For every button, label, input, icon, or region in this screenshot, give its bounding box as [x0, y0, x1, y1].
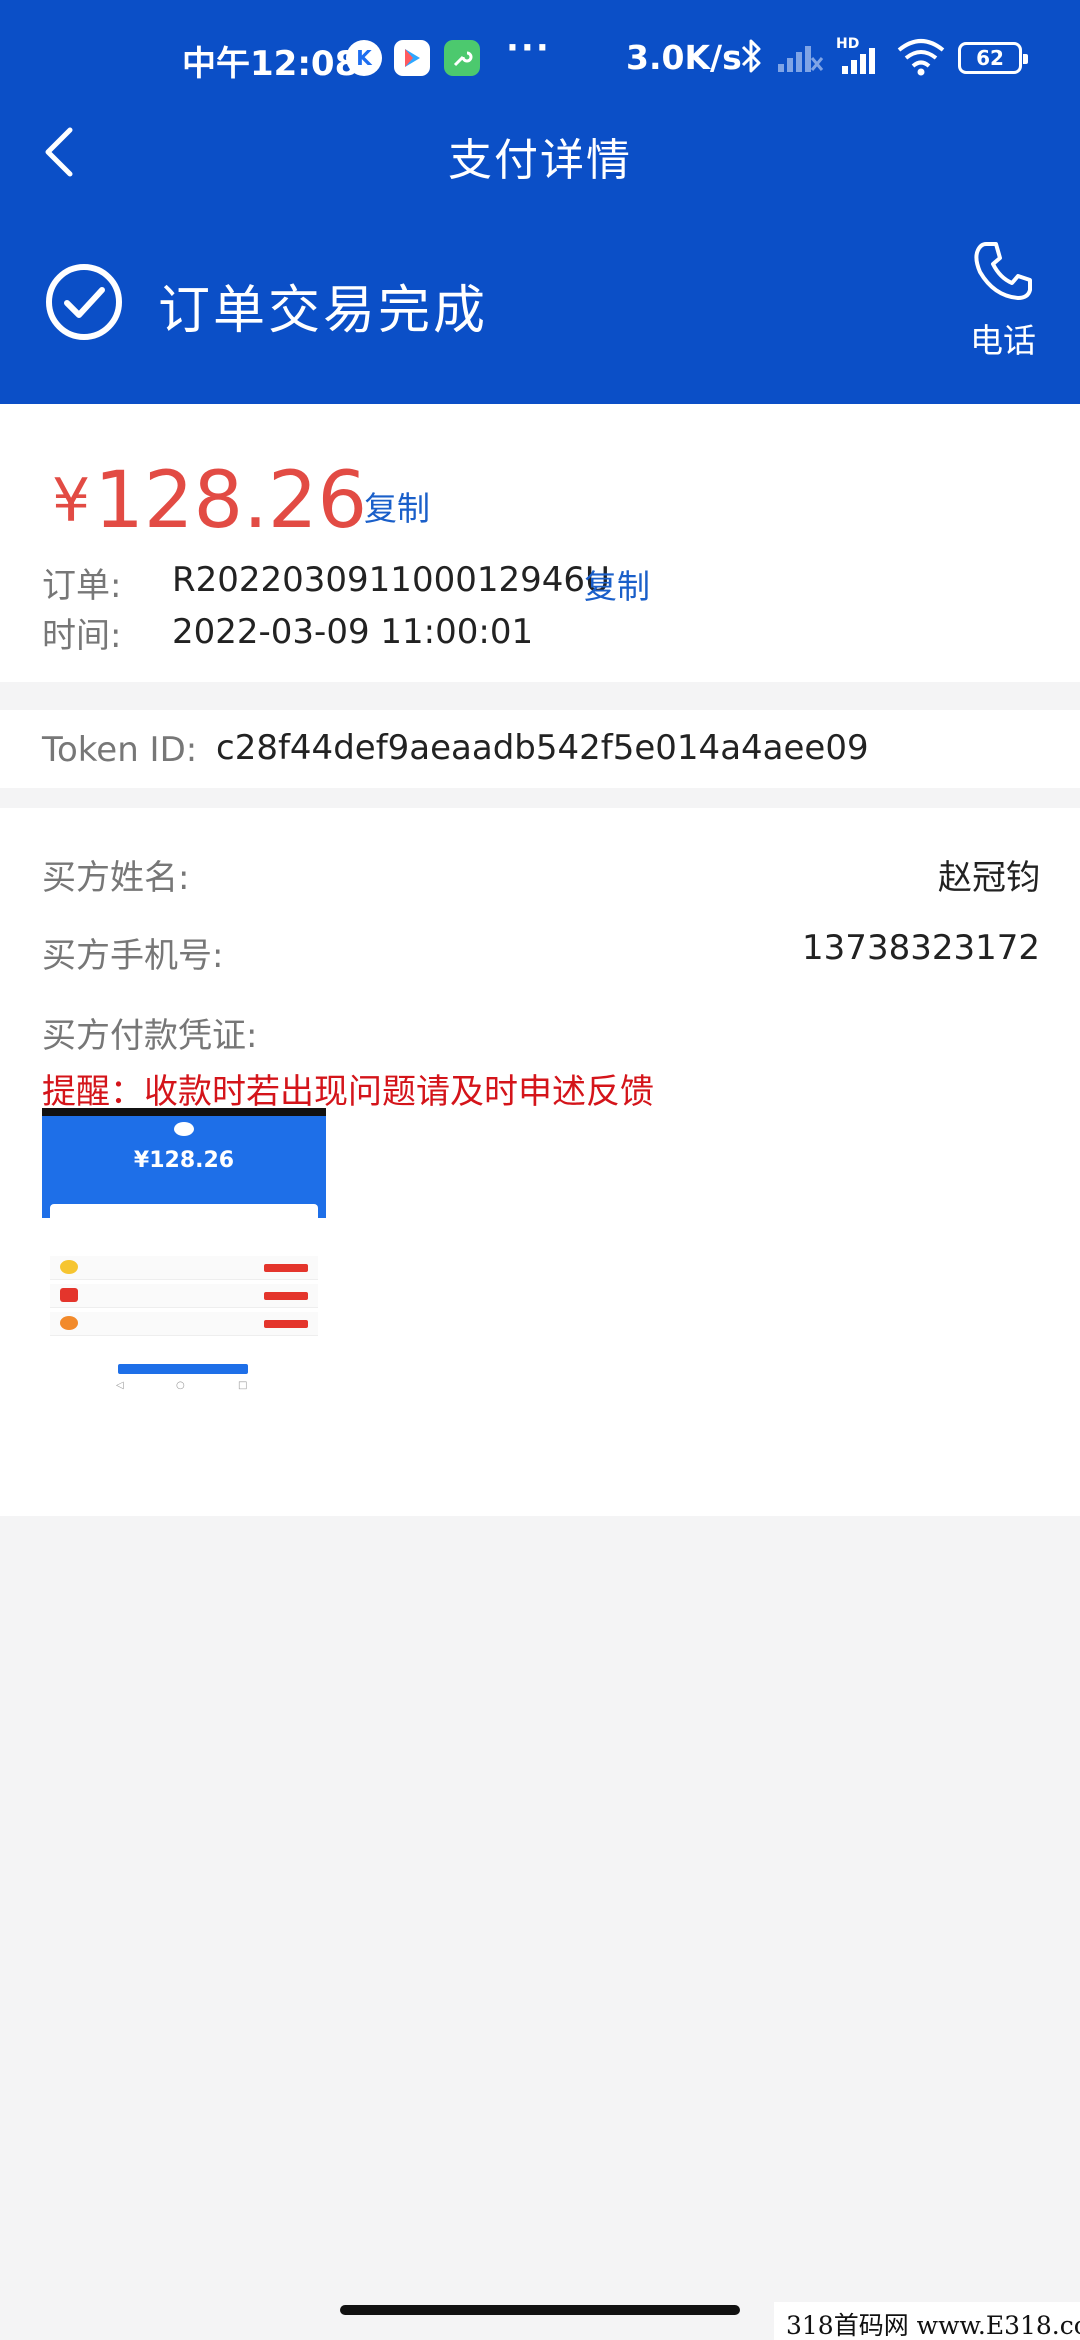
home-indicator[interactable]	[340, 2305, 740, 2315]
check-circle-icon	[46, 264, 122, 340]
buyer-info-card: 买方姓名: 赵冠钧 买方手机号: 13738323172 买方付款凭证: 提醒：…	[0, 808, 1080, 1516]
token-card: Token ID: c28f44def9aeaadb542f5e014a4aee…	[0, 710, 1080, 788]
proof-row-button	[264, 1320, 308, 1328]
kuaishou-icon: K	[346, 40, 382, 76]
buyer-phone-value: 13738323172	[802, 928, 1040, 968]
phone-button[interactable]: 电话	[958, 240, 1048, 366]
signal-sim1-icon	[778, 46, 824, 72]
watermark: 318首码网 www.E318.com	[774, 2302, 1080, 2340]
phone-label: 电话	[970, 321, 1036, 360]
phone-icon	[974, 242, 1032, 300]
proof-nav-back-icon: ◁	[116, 1380, 124, 1391]
payment-proof-label: 买方付款凭证:	[42, 1016, 258, 1056]
proof-row-icon	[60, 1260, 78, 1274]
bluetooth-icon	[741, 39, 761, 73]
page-title: 支付详情	[448, 135, 632, 186]
buyer-phone-label: 买方手机号:	[42, 936, 224, 976]
wifi-icon	[897, 39, 945, 76]
payment-summary-card: ¥128.26 复制 订单: R2022030911000​12946U 复制 …	[0, 404, 1080, 682]
buyer-name-label: 买方姓名:	[42, 858, 190, 898]
time-label: 时间:	[42, 616, 122, 656]
token-value: c28f44def9aeaadb542f5e014a4aee09	[216, 728, 869, 768]
tools-icon	[444, 40, 480, 76]
battery-icon: 62	[958, 42, 1028, 74]
payment-amount: ¥128.26	[52, 456, 367, 546]
copy-amount-button[interactable]: 复制	[364, 482, 430, 530]
proof-nav-home-icon: ○	[176, 1380, 185, 1391]
proof-row-icon	[60, 1316, 78, 1330]
proof-row	[50, 1312, 318, 1336]
proof-merchant-card	[50, 1204, 318, 1248]
proof-row-icon	[60, 1288, 78, 1302]
proof-row	[50, 1256, 318, 1280]
more-notifications-icon: ···	[506, 28, 551, 68]
proof-nav-recent-icon: □	[238, 1380, 248, 1391]
proof-row	[50, 1284, 318, 1308]
proof-amount: ¥128.26	[133, 1148, 235, 1173]
net-speed: 3.0K/s	[626, 38, 742, 77]
buyer-name-value: 赵冠钧	[938, 858, 1040, 898]
proof-done-button	[118, 1364, 248, 1374]
proof-status-bar	[42, 1108, 326, 1116]
signal-sim2-icon	[842, 48, 875, 74]
header: 中午12:08 K ··· 3.0K/s HD 62 支付详情 订单交易完成 电…	[0, 0, 1080, 404]
status-time: 中午12:08	[182, 44, 359, 84]
play-store-icon	[394, 40, 430, 76]
proof-row-button	[264, 1292, 308, 1300]
reminder-text: 提醒：收款时若出现问题请及时申述反馈	[42, 1072, 654, 1112]
payment-proof-image[interactable]: ¥128.26 ◁ ○ □	[42, 1108, 326, 1398]
proof-logo-icon	[174, 1122, 194, 1136]
copy-order-button[interactable]: 复制	[584, 560, 650, 608]
proof-row-button	[264, 1264, 308, 1272]
order-label: 订单:	[42, 566, 122, 606]
currency-symbol: ¥	[52, 466, 91, 536]
order-number: R2022030911000​12946U	[172, 560, 610, 600]
time-value: 2022-03-09 11:00:01	[172, 612, 534, 652]
order-status-text: 订单交易完成	[158, 281, 489, 341]
proof-header: ¥128.26	[42, 1108, 326, 1218]
token-label: Token ID:	[42, 730, 198, 770]
amount-value: 128.26	[94, 456, 368, 546]
status-bar: 中午12:08 K ··· 3.0K/s HD 62	[0, 0, 1080, 118]
